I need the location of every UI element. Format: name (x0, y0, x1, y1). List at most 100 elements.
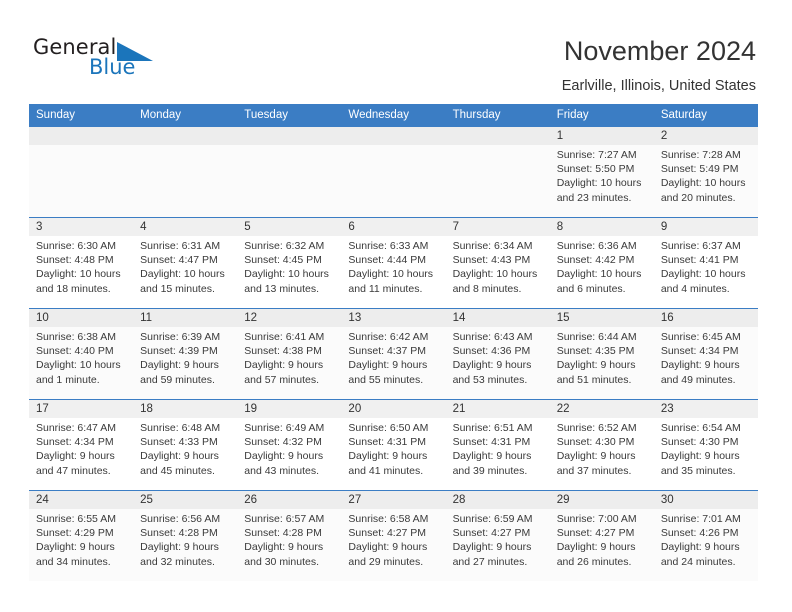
calendar-cell-empty (29, 126, 134, 218)
day-cell-inner: 18 Sunrise: 6:48 AM Sunset: 4:33 PM Dayligh… (133, 400, 238, 490)
calendar-day-cell[interactable]: 9 Sunrise: 6:37 AM Sunset: 4:41 PM Daylight… (653, 217, 758, 309)
calendar-week-row: 3 Sunrise: 6:30 AM Sunset: 4:48 PM Daylight… (29, 217, 758, 309)
calendar-day-cell[interactable]: 13 Sunrise: 6:42 AM Sunset: 4:37 PM Dayligh… (341, 308, 446, 400)
calendar-cell-empty (133, 126, 238, 218)
daylight-text: Daylight: 10 hours and 13 minutes. (244, 268, 329, 295)
day-number: 14 (445, 309, 550, 327)
calendar-day-cell[interactable]: 15 Sunrise: 6:44 AM Sunset: 4:35 PM Dayligh… (549, 308, 654, 400)
daylight-text: Daylight: 9 hours and 47 minutes. (36, 450, 115, 477)
calendar-day-cell[interactable]: 25 Sunrise: 6:56 AM Sunset: 4:28 PM Dayligh… (133, 490, 238, 581)
calendar-day-cell[interactable]: 29 Sunrise: 7:00 AM Sunset: 4:27 PM Dayligh… (549, 490, 654, 581)
general-blue-logo[interactable]: General Blue (33, 36, 213, 84)
day-number: 15 (549, 309, 654, 327)
calendar-day-cell[interactable]: 5 Sunrise: 6:32 AM Sunset: 4:45 PM Daylight… (237, 217, 342, 309)
calendar-day-cell[interactable]: 12 Sunrise: 6:41 AM Sunset: 4:38 PM Dayligh… (237, 308, 342, 400)
sunrise-text: Sunrise: 6:51 AM (452, 422, 533, 434)
sunset-text: Sunset: 4:48 PM (36, 254, 114, 267)
sunrise-sunset-calendar: Sunday Monday Tuesday Wednesday Thursday Frid… (29, 104, 758, 581)
calendar-day-cell[interactable]: 10 Sunrise: 6:38 AM Sunset: 4:40 PM Dayligh… (29, 308, 134, 400)
calendar-day-cell[interactable]: 30 Sunrise: 7:01 AM Sunset: 4:26 PM Dayligh… (653, 490, 758, 581)
day-number: 1 (549, 127, 654, 145)
sunrise-text: Sunrise: 6:56 AM (140, 513, 221, 525)
day-number: 22 (549, 400, 654, 418)
day-number (133, 127, 238, 145)
sunset-text: Sunset: 4:47 PM (140, 254, 218, 267)
daylight-text: Daylight: 9 hours and 45 minutes. (140, 450, 219, 477)
day-number (237, 127, 342, 145)
day-sun-info: Sunrise: 6:48 AM Sunset: 4:33 PM Daylight:… (133, 418, 237, 478)
day-cell-inner: 9 Sunrise: 6:37 AM Sunset: 4:41 PM Daylight… (653, 218, 758, 308)
sunset-text: Sunset: 4:27 PM (452, 527, 531, 540)
day-cell-inner: 15 Sunrise: 6:44 AM Sunset: 4:35 PM Dayligh… (549, 309, 654, 399)
calendar-day-cell[interactable]: 24 Sunrise: 6:55 AM Sunset: 4:29 PM Dayligh… (29, 490, 134, 581)
day-number: 13 (341, 309, 446, 327)
daylight-text: Daylight: 9 hours and 32 minutes. (140, 541, 219, 568)
daylight-text: Daylight: 10 hours and 23 minutes. (556, 177, 642, 204)
calendar-day-cell[interactable]: 17 Sunrise: 6:47 AM Sunset: 4:34 PM Dayligh… (29, 399, 134, 491)
calendar-body: 1 Sunrise: 7:27 AM Sunset: 5:50 PM Daylight… (29, 126, 758, 581)
calendar-day-cell[interactable]: 28 Sunrise: 6:59 AM Sunset: 4:27 PM Dayligh… (445, 490, 550, 581)
day-number: 8 (549, 218, 654, 236)
sunset-text: Sunset: 4:27 PM (556, 527, 635, 540)
sunrise-text: Sunrise: 6:58 AM (348, 513, 429, 525)
calendar-day-cell[interactable]: 3 Sunrise: 6:30 AM Sunset: 4:48 PM Daylight… (29, 217, 134, 309)
sunrise-text: Sunrise: 6:30 AM (36, 240, 116, 252)
calendar-day-cell[interactable]: 6 Sunrise: 6:33 AM Sunset: 4:44 PM Daylight… (341, 217, 446, 309)
sunrise-text: Sunrise: 7:27 AM (556, 149, 637, 161)
calendar-day-cell[interactable]: 7 Sunrise: 6:34 AM Sunset: 4:43 PM Daylight… (445, 217, 550, 309)
daylight-text: Daylight: 9 hours and 43 minutes. (244, 450, 324, 477)
day-number: 11 (133, 309, 238, 327)
day-cell-inner: 20 Sunrise: 6:50 AM Sunset: 4:31 PM Dayligh… (341, 400, 446, 490)
day-number: 23 (653, 400, 758, 418)
day-cell-inner: 3 Sunrise: 6:30 AM Sunset: 4:48 PM Daylight… (29, 218, 134, 308)
day-cell-inner: 24 Sunrise: 6:55 AM Sunset: 4:29 PM Dayligh… (29, 491, 134, 581)
calendar-day-cell[interactable]: 14 Sunrise: 6:43 AM Sunset: 4:36 PM Dayligh… (445, 308, 550, 400)
calendar-day-cell[interactable]: 22 Sunrise: 6:52 AM Sunset: 4:30 PM Dayligh… (549, 399, 654, 491)
calendar-day-cell[interactable]: 20 Sunrise: 6:50 AM Sunset: 4:31 PM Dayligh… (341, 399, 446, 491)
calendar-day-cell[interactable]: 23 Sunrise: 6:54 AM Sunset: 4:30 PM Dayligh… (653, 399, 758, 491)
day-sun-info: Sunrise: 6:55 AM Sunset: 4:29 PM Daylight:… (29, 509, 133, 569)
calendar-day-cell[interactable]: 27 Sunrise: 6:58 AM Sunset: 4:27 PM Dayligh… (341, 490, 446, 581)
day-cell-inner: 6 Sunrise: 6:33 AM Sunset: 4:44 PM Daylight… (341, 218, 446, 308)
day-sun-info: Sunrise: 6:45 AM Sunset: 4:34 PM Daylight:… (654, 327, 758, 387)
day-sun-info: Sunrise: 6:44 AM Sunset: 4:35 PM Daylight:… (550, 327, 654, 387)
calendar-header-row: Sunday Monday Tuesday Wednesday Thursday Frid… (29, 104, 758, 127)
sunset-text: Sunset: 4:35 PM (556, 345, 635, 358)
daylight-text: Daylight: 10 hours and 18 minutes. (36, 268, 121, 295)
calendar-day-cell[interactable]: 18 Sunrise: 6:48 AM Sunset: 4:33 PM Dayligh… (133, 399, 238, 491)
day-number: 5 (237, 218, 342, 236)
calendar-day-cell[interactable]: 8 Sunrise: 6:36 AM Sunset: 4:42 PM Daylight… (549, 217, 654, 309)
day-cell-inner: 1 Sunrise: 7:27 AM Sunset: 5:50 PM Daylight… (549, 127, 654, 217)
day-sun-info: Sunrise: 6:49 AM Sunset: 4:32 PM Daylight:… (237, 418, 341, 478)
sunset-text: Sunset: 4:40 PM (36, 345, 114, 358)
calendar-day-cell[interactable]: 16 Sunrise: 6:45 AM Sunset: 4:34 PM Dayligh… (653, 308, 758, 400)
sunset-text: Sunset: 4:30 PM (660, 436, 739, 449)
sunrise-text: Sunrise: 6:44 AM (556, 331, 637, 343)
daylight-text: Daylight: 9 hours and 51 minutes. (556, 359, 636, 386)
day-number: 17 (29, 400, 134, 418)
sunrise-text: Sunrise: 6:41 AM (244, 331, 325, 343)
weekday-header-monday: Monday (133, 104, 238, 127)
sunset-text: Sunset: 5:49 PM (660, 163, 739, 176)
sunset-text: Sunset: 4:30 PM (556, 436, 635, 449)
day-cell-inner (29, 127, 134, 217)
day-cell-inner: 27 Sunrise: 6:58 AM Sunset: 4:27 PM Dayligh… (341, 491, 446, 581)
sunset-text: Sunset: 4:31 PM (452, 436, 531, 449)
day-cell-inner: 13 Sunrise: 6:42 AM Sunset: 4:37 PM Dayligh… (341, 309, 446, 399)
sunset-text: Sunset: 4:44 PM (348, 254, 427, 267)
sunset-text: Sunset: 4:31 PM (348, 436, 427, 449)
calendar-day-cell[interactable]: 1 Sunrise: 7:27 AM Sunset: 5:50 PM Daylight… (549, 126, 654, 218)
day-cell-inner: 19 Sunrise: 6:49 AM Sunset: 4:32 PM Dayligh… (237, 400, 342, 490)
calendar-day-cell[interactable]: 11 Sunrise: 6:39 AM Sunset: 4:39 PM Dayligh… (133, 308, 238, 400)
calendar-day-cell[interactable]: 2 Sunrise: 7:28 AM Sunset: 5:49 PM Daylight… (653, 126, 758, 218)
calendar-day-cell[interactable]: 26 Sunrise: 6:57 AM Sunset: 4:28 PM Dayligh… (237, 490, 342, 581)
day-sun-info: Sunrise: 6:33 AM Sunset: 4:44 PM Daylight:… (341, 236, 445, 296)
day-cell-inner: 25 Sunrise: 6:56 AM Sunset: 4:28 PM Dayligh… (133, 491, 238, 581)
calendar-day-cell[interactable]: 21 Sunrise: 6:51 AM Sunset: 4:31 PM Dayligh… (445, 399, 550, 491)
calendar-day-cell[interactable]: 4 Sunrise: 6:31 AM Sunset: 4:47 PM Daylight… (133, 217, 238, 309)
calendar-day-cell[interactable]: 19 Sunrise: 6:49 AM Sunset: 4:32 PM Dayligh… (237, 399, 342, 491)
day-cell-inner (237, 127, 342, 217)
day-sun-info: Sunrise: 6:51 AM Sunset: 4:31 PM Daylight:… (446, 418, 550, 478)
day-sun-info: Sunrise: 6:59 AM Sunset: 4:27 PM Daylight:… (446, 509, 550, 569)
daylight-text: Daylight: 9 hours and 27 minutes. (452, 541, 532, 568)
